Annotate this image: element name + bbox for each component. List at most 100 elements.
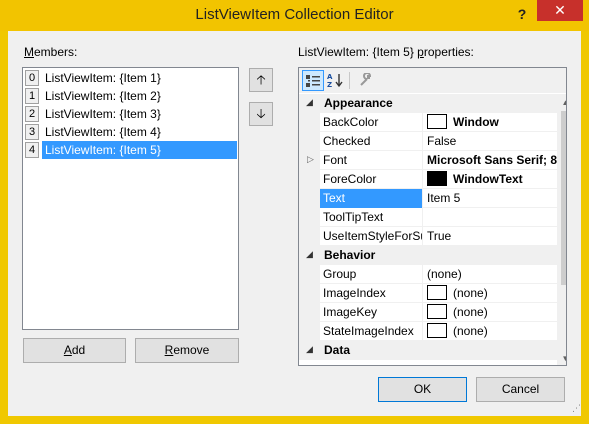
list-item-label: ListViewItem: {Item 5} <box>42 141 237 159</box>
property-value-text: False <box>427 134 457 148</box>
property-value-text: (none) <box>427 267 462 281</box>
list-item[interactable]: 4 ListViewItem: {Item 5} <box>24 141 237 159</box>
property-row[interactable]: ▷ Font Microsoft Sans Serif; 8 <box>299 151 557 170</box>
property-rows: ◢ Appearance BackColor Window Checked False ▷ F… <box>299 94 557 365</box>
help-button[interactable]: ? <box>509 2 535 26</box>
property-row[interactable]: UseItemStyleForSu True <box>299 227 557 246</box>
property-row[interactable]: ForeColor WindowText <box>299 170 557 189</box>
scroll-thumb[interactable] <box>561 111 566 285</box>
category-name: Appearance <box>324 96 393 110</box>
color-swatch <box>427 114 447 130</box>
property-name[interactable]: BackColor <box>320 113 423 132</box>
collapse-icon[interactable]: ◢ <box>306 249 313 260</box>
property-grid[interactable]: A Z ◢ Appearance BackColor Window Checked Fal… <box>298 67 567 366</box>
alphabetical-button[interactable]: A Z <box>325 70 347 91</box>
list-item[interactable]: 1 ListViewItem: {Item 2} <box>24 87 237 105</box>
property-name[interactable]: ImageIndex <box>320 284 423 303</box>
property-name[interactable]: Checked <box>320 132 423 151</box>
collapse-icon[interactable]: ◢ <box>306 97 313 108</box>
property-value[interactable]: (none) <box>424 284 557 303</box>
property-value[interactable]: (none) <box>424 303 557 322</box>
property-row[interactable]: ToolTipText <box>299 208 557 227</box>
property-value[interactable]: (none) <box>424 265 557 284</box>
list-item-label: ListViewItem: {Item 2} <box>45 89 161 103</box>
title-bar[interactable]: ListViewItem Collection Editor ? ✕ <box>0 0 589 31</box>
property-name[interactable]: Group <box>320 265 423 284</box>
property-value[interactable]: False <box>424 132 557 151</box>
property-name[interactable]: StateImageIndex <box>320 322 423 341</box>
property-row[interactable]: Checked False <box>299 132 557 151</box>
move-down-button[interactable]: 🡣 <box>249 102 273 126</box>
property-row[interactable]: StateImageIndex (none) <box>299 322 557 341</box>
property-value[interactable]: Microsoft Sans Serif; 8 <box>424 151 557 170</box>
dialog-body: Members: 0 ListViewItem: {Item 1} 1 ListVie… <box>8 31 581 416</box>
property-name[interactable]: Text <box>320 189 423 208</box>
property-value[interactable]: True <box>424 227 557 246</box>
properties-label-rest: roperties: <box>423 45 474 59</box>
row-gutter <box>299 132 320 151</box>
list-item-index: 3 <box>25 124 39 140</box>
wrench-icon <box>360 72 372 86</box>
remove-button[interactable]: Remove <box>135 338 239 363</box>
collapse-icon[interactable]: ◢ <box>306 344 313 355</box>
list-item-label: ListViewItem: {Item 4} <box>45 125 161 139</box>
remove-button-text: emove <box>173 343 210 357</box>
property-name[interactable]: ForeColor <box>320 170 423 189</box>
list-item-label: ListViewItem: {Item 3} <box>45 107 161 121</box>
close-icon[interactable]: ✕ <box>554 2 566 18</box>
add-button[interactable]: Add <box>23 338 126 363</box>
members-label-mnemonic: M <box>24 45 34 59</box>
properties-label-start: ListViewItem: {Item 5} <box>298 45 418 59</box>
property-value[interactable] <box>424 208 557 227</box>
toolbar-separator <box>349 72 350 89</box>
property-value-text: True <box>427 229 452 243</box>
category-header[interactable]: ◢ Data <box>299 341 557 360</box>
close-button[interactable]: ✕ <box>537 0 583 21</box>
list-item-index: 1 <box>25 88 39 104</box>
property-value-text: (none) <box>453 324 488 338</box>
property-value-text: (none) <box>453 286 488 300</box>
scroll-up-icon[interactable]: ▲ <box>557 94 566 111</box>
list-item[interactable]: 0 ListViewItem: {Item 1} <box>24 69 237 87</box>
arrow-up-icon: 🡡 <box>256 72 266 87</box>
category-header[interactable]: ◢ Appearance <box>299 94 557 113</box>
property-value[interactable]: WindowText <box>424 170 557 189</box>
color-swatch <box>427 285 447 301</box>
list-item[interactable]: 2 ListViewItem: {Item 3} <box>24 105 237 123</box>
property-value-text: Item 5 <box>427 191 461 205</box>
property-row[interactable]: ImageKey (none) <box>299 303 557 322</box>
row-gutter <box>299 284 320 303</box>
categorized-button[interactable] <box>302 70 324 91</box>
ok-button[interactable]: OK <box>378 377 467 402</box>
resize-grip-icon[interactable]: ⋰ <box>572 403 581 414</box>
alphabetical-icon: A Z <box>327 73 343 89</box>
list-item[interactable]: 3 ListViewItem: {Item 4} <box>24 123 237 141</box>
property-pages-button[interactable] <box>355 70 377 91</box>
expand-icon[interactable]: ▷ <box>307 154 314 165</box>
property-value[interactable]: (none) <box>424 322 557 341</box>
property-value[interactable]: Item 5 <box>424 189 557 208</box>
remove-button-mnemonic: R <box>164 343 174 357</box>
property-name[interactable]: ToolTipText <box>320 208 423 227</box>
property-row[interactable]: ImageIndex (none) <box>299 284 557 303</box>
property-row[interactable]: Text Item 5 <box>299 189 557 208</box>
property-name[interactable]: Font <box>320 151 423 170</box>
property-row[interactable]: BackColor Window <box>299 113 557 132</box>
members-list[interactable]: 0 ListViewItem: {Item 1} 1 ListViewItem: {I… <box>22 67 239 330</box>
property-value-text: WindowText <box>453 172 523 186</box>
category-name: Data <box>324 343 351 357</box>
property-value[interactable]: Window <box>424 113 557 132</box>
row-gutter: ▷ <box>299 151 320 170</box>
property-value-text: Microsoft Sans Serif; 8 <box>427 153 557 167</box>
cancel-button[interactable]: Cancel <box>476 377 565 402</box>
row-gutter <box>299 227 320 246</box>
category-header[interactable]: ◢ Behavior <box>299 246 557 265</box>
add-button-text: dd <box>71 343 86 357</box>
move-up-button[interactable]: 🡡 <box>249 68 273 92</box>
property-row[interactable]: Group (none) <box>299 265 557 284</box>
scroll-down-icon[interactable]: ▼ <box>557 350 566 365</box>
property-grid-scrollbar[interactable]: ▲ ▼ <box>557 94 566 365</box>
svg-text:A: A <box>327 73 333 81</box>
property-name[interactable]: UseItemStyleForSu <box>320 227 423 246</box>
property-name[interactable]: ImageKey <box>320 303 423 322</box>
